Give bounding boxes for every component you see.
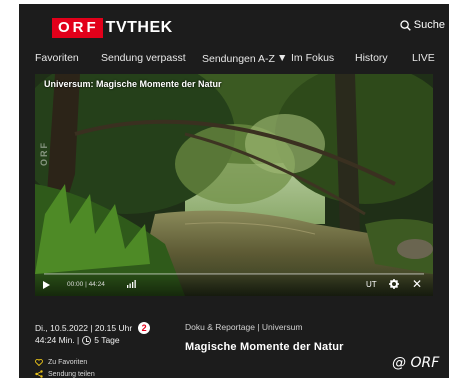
header: ORF TVTHEK Suche: [19, 4, 449, 48]
search-label: Suche: [413, 19, 445, 31]
favorite-label: Zu Favoriten: [48, 358, 88, 366]
duration-line: 44:24 Min. | 5 Tage: [35, 335, 150, 345]
time-display: 00:00 | 44:24: [67, 281, 105, 288]
share-button[interactable]: Sendung teilen: [35, 368, 95, 378]
video-title-overlay: Universum: Magische Momente der Natur: [44, 79, 222, 89]
availability: 5 Tage: [94, 335, 120, 345]
nav-item-sendung-verpasst[interactable]: Sendung verpasst: [101, 52, 186, 64]
nav-item-favoriten[interactable]: Favoriten: [35, 52, 79, 64]
app-frame: ORF TVTHEK Suche Favoriten Sendung verpa…: [19, 4, 449, 378]
orf-tvthek-logo[interactable]: ORF TVTHEK: [52, 18, 173, 38]
play-icon[interactable]: [43, 281, 50, 289]
clock-icon: [82, 335, 92, 345]
show-info: Doku & Reportage | Universum Magische Mo…: [185, 322, 344, 353]
search-button[interactable]: Suche: [400, 19, 445, 31]
broadcast-meta: Di., 10.5.2022 | 20.15 Uhr 2 44:24 Min. …: [35, 322, 151, 345]
add-favorite-button[interactable]: Zu Favoriten: [35, 356, 95, 368]
close-icon[interactable]: ✕: [412, 278, 422, 290]
share-label: Sendung teilen: [48, 370, 95, 378]
genre-line[interactable]: Doku & Reportage | Universum: [185, 322, 344, 332]
gear-icon[interactable]: [389, 279, 399, 291]
player-controls: 00:00 | 44:24 UT ✕: [35, 274, 433, 296]
main-nav: Favoriten Sendung verpasst Sendungen A-Z…: [19, 49, 449, 69]
video-player[interactable]: Universum: Magische Momente der Natur OR…: [35, 74, 433, 296]
air-date-line: Di., 10.5.2022 | 20.15 Uhr 2: [35, 322, 151, 334]
copyright-notice: @ ORF: [392, 355, 440, 371]
logo-orf: ORF: [52, 18, 103, 38]
video-frame-forest-river: [35, 74, 433, 296]
orf2-channel-badge: 2: [138, 322, 151, 334]
nav-item-history[interactable]: History: [355, 52, 388, 64]
nav-item-live[interactable]: LIVE: [412, 52, 435, 64]
duration: 44:24 Min. |: [35, 335, 80, 345]
chevron-down-icon: ▼: [276, 52, 288, 64]
action-links: Zu Favoriten Sendung teilen: [35, 356, 95, 378]
air-date: Di., 10.5.2022 | 20.15 Uhr: [35, 323, 133, 333]
search-icon: [400, 19, 411, 31]
volume-bars-icon[interactable]: [127, 280, 137, 290]
nav-item-im-fokus[interactable]: Im Fokus: [291, 52, 334, 64]
logo-tvthek: TVTHEK: [105, 19, 173, 36]
share-icon: [35, 370, 43, 378]
subtitles-button[interactable]: UT: [366, 280, 377, 289]
nav-label-sendungen-a-z: Sendungen A-Z: [202, 53, 275, 65]
heart-icon: [35, 358, 43, 366]
orf-watermark: ORF: [39, 141, 49, 166]
nav-item-sendungen-a-z[interactable]: Sendungen A-Z ▼: [202, 52, 287, 65]
show-title: Magische Momente der Natur: [185, 341, 344, 353]
